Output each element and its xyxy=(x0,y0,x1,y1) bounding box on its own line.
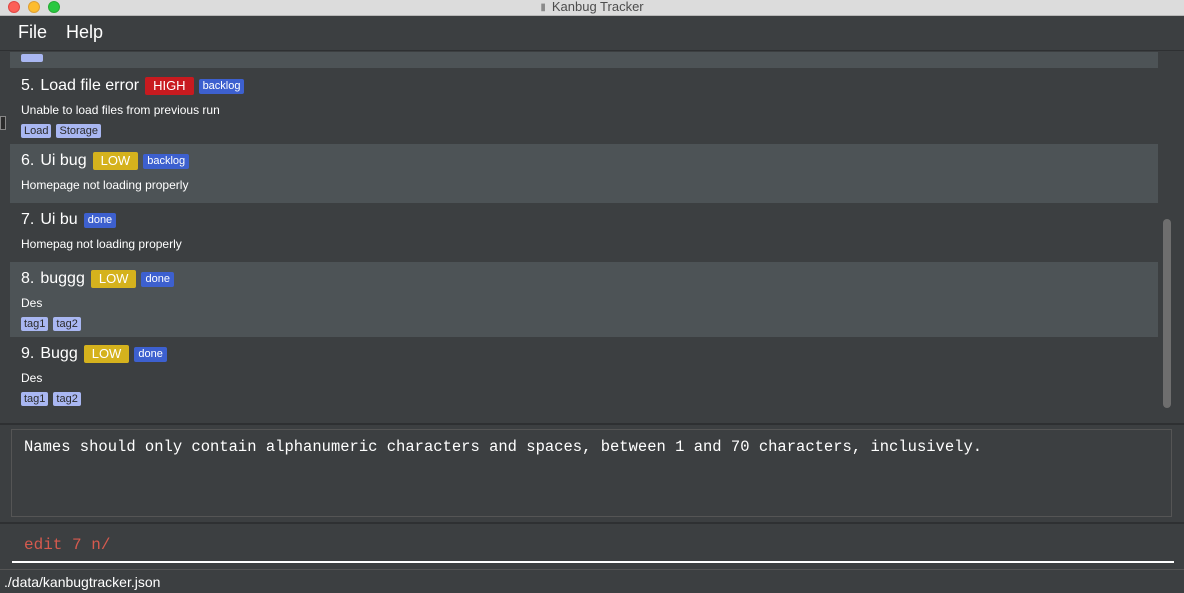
tag-chip: tag1 xyxy=(21,317,49,331)
bug-list-panel: 5. Load file error HIGH backlog Unable to… xyxy=(10,52,1174,412)
divider xyxy=(0,423,1184,425)
state-badge: backlog xyxy=(198,78,245,94)
bug-card[interactable]: 6. Ui bug LOW backlog Homepage not loadin… xyxy=(10,144,1158,203)
document-icon: ▮ xyxy=(540,2,546,13)
tag-list: Load Storage xyxy=(21,124,102,138)
priority-badge: HIGH xyxy=(145,77,194,95)
bug-description: Des xyxy=(21,296,43,310)
command-input[interactable] xyxy=(12,530,1174,560)
tag-chip: Load xyxy=(21,124,52,138)
tag-chip-partial xyxy=(21,54,43,62)
bug-description: Unable to load files from previous run xyxy=(21,103,220,117)
menu-help[interactable]: Help xyxy=(66,22,103,43)
bug-card[interactable]: 7. Ui bu done Homepag not loading properl… xyxy=(10,203,1158,262)
state-badge: done xyxy=(83,212,117,228)
menu-bar: File Help xyxy=(0,16,1184,51)
tag-chip: tag1 xyxy=(21,392,49,406)
bug-card-partial[interactable] xyxy=(10,52,1158,68)
window-titlebar: ▮ Kanbug Tracker xyxy=(0,0,1184,16)
bug-description: Homepag not loading properly xyxy=(21,237,182,251)
priority-badge: LOW xyxy=(83,345,130,363)
menu-file[interactable]: File xyxy=(18,22,47,43)
list-scrollbar-thumb[interactable] xyxy=(1163,219,1171,408)
divider xyxy=(0,522,1184,524)
bug-card[interactable]: 5. Load file error HIGH backlog Unable to… xyxy=(10,68,1158,144)
priority-badge: LOW xyxy=(92,152,139,170)
tag-list: tag1 tag2 xyxy=(21,392,81,406)
bug-title: 6. Ui bug xyxy=(21,152,87,169)
bug-title: 7. Ui bu xyxy=(21,211,78,228)
bug-card[interactable]: 8. buggg LOW done Des tag1 tag2 xyxy=(10,262,1158,337)
bug-title: 9. Bugg xyxy=(21,345,78,362)
priority-badge: LOW xyxy=(90,270,137,288)
bug-description: Homepage not loading properly xyxy=(21,178,189,192)
tag-chip: tag2 xyxy=(53,317,81,331)
tag-list: tag1 tag2 xyxy=(21,317,81,331)
command-input-underline xyxy=(12,561,1174,563)
result-message: Names should only contain alphanumeric c… xyxy=(24,438,983,456)
tag-chip: Storage xyxy=(56,124,102,138)
status-bar: ./data/kanbugtracker.json xyxy=(0,569,1184,593)
tag-chip: tag2 xyxy=(53,392,81,406)
bug-card[interactable]: 9. Bugg LOW done Des tag1 tag2 xyxy=(10,337,1158,412)
panel-resize-handle[interactable] xyxy=(0,116,6,130)
state-badge: backlog xyxy=(143,153,190,169)
window-title-text: Kanbug Tracker xyxy=(551,0,644,14)
bug-title: 5. Load file error xyxy=(21,77,140,94)
window-title: ▮ Kanbug Tracker xyxy=(0,0,1184,14)
result-display: Names should only contain alphanumeric c… xyxy=(11,429,1172,517)
state-badge: done xyxy=(141,271,174,287)
data-file-path: ./data/kanbugtracker.json xyxy=(4,574,161,590)
bug-title: 8. buggg xyxy=(21,270,85,287)
list-scrollbar[interactable] xyxy=(1160,52,1174,412)
state-badge: done xyxy=(134,346,167,362)
bug-description: Des xyxy=(21,371,43,385)
